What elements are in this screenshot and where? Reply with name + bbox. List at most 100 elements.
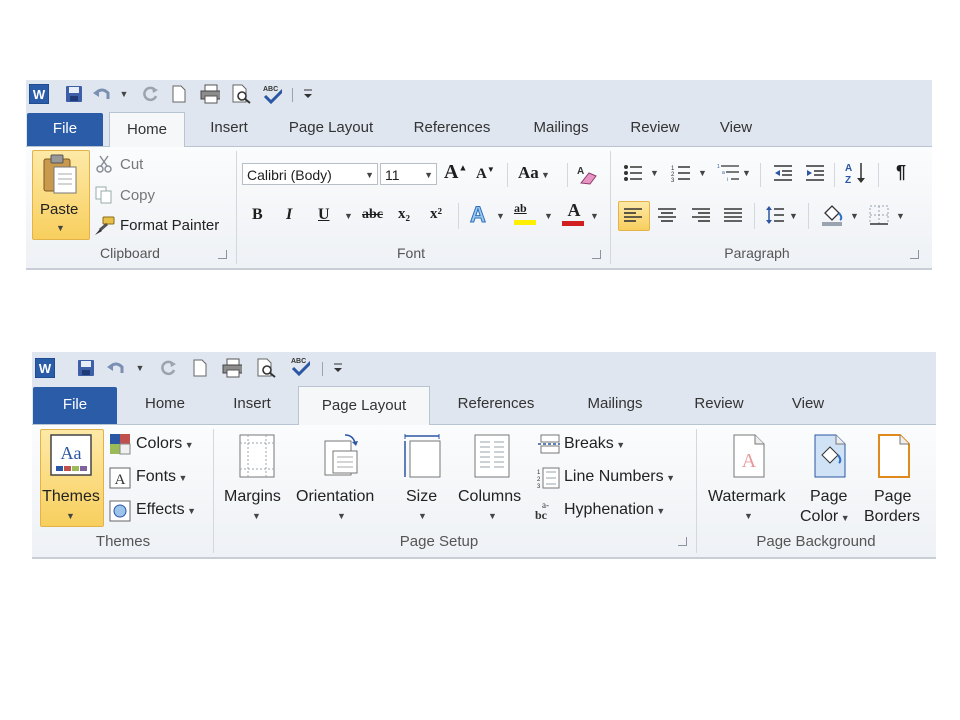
shading-dropdown-icon[interactable]: ▼	[850, 211, 859, 221]
line-numbers-label[interactable]: Line Numbers ▼	[564, 468, 675, 486]
page-setup-launcher-icon[interactable]	[678, 537, 687, 546]
page-borders-icon[interactable]	[874, 433, 914, 479]
format-painter-icon[interactable]	[94, 215, 116, 237]
page-color-label-line1[interactable]: Page	[810, 488, 847, 506]
tab-references[interactable]: References	[446, 384, 546, 424]
tab-insert[interactable]: Insert	[216, 384, 288, 424]
tab-review[interactable]: Review	[682, 384, 756, 424]
tab-file[interactable]: File	[27, 113, 103, 146]
undo-dropdown-icon[interactable]: ▼	[130, 358, 150, 378]
theme-effects-icon[interactable]	[108, 499, 132, 523]
size-icon[interactable]	[400, 433, 444, 479]
theme-fonts-icon[interactable]: A	[108, 466, 132, 490]
size-dropdown-icon[interactable]: ▼	[418, 511, 427, 521]
text-effects-button[interactable]: A	[470, 202, 487, 228]
font-name-dropdown-icon[interactable]: ▼	[365, 164, 374, 186]
numbering-dropdown-icon[interactable]: ▼	[698, 168, 707, 178]
font-name-combo[interactable]: Calibri (Body) ▼	[242, 163, 378, 185]
orientation-label[interactable]: Orientation	[296, 488, 374, 506]
print-icon[interactable]	[200, 84, 220, 104]
tab-file[interactable]: File	[33, 387, 117, 424]
watermark-icon[interactable]: A	[728, 433, 770, 479]
numbering-icon[interactable]: 123	[670, 162, 692, 184]
print-preview-icon[interactable]	[256, 358, 276, 378]
spelling-check-icon[interactable]: ABC	[290, 356, 310, 377]
margins-icon[interactable]	[234, 433, 280, 479]
print-preview-icon[interactable]	[231, 84, 251, 104]
hyphenation-label[interactable]: Hyphenation ▼	[564, 501, 665, 519]
decrease-indent-icon[interactable]	[772, 162, 794, 184]
clipboard-launcher-icon[interactable]	[218, 250, 227, 259]
multilevel-list-dropdown-icon[interactable]: ▼	[742, 168, 751, 178]
margins-label[interactable]: Margins	[224, 488, 281, 506]
themes-dropdown-icon[interactable]: ▼	[66, 511, 75, 521]
borders-icon[interactable]	[868, 204, 890, 226]
copy-icon[interactable]	[94, 185, 114, 205]
grow-font-icon[interactable]: A▲	[444, 161, 467, 184]
watermark-dropdown-icon[interactable]: ▼	[744, 511, 753, 521]
change-case-button[interactable]: Aa ▼	[518, 163, 550, 183]
bullets-dropdown-icon[interactable]: ▼	[650, 168, 659, 178]
font-launcher-icon[interactable]	[592, 250, 601, 259]
columns-icon[interactable]	[470, 433, 514, 479]
format-painter-label[interactable]: Format Painter	[120, 217, 219, 234]
align-right-icon[interactable]	[690, 205, 712, 225]
strikethrough-button[interactable]: abc	[362, 207, 383, 223]
orientation-icon[interactable]	[318, 433, 364, 479]
tab-page-layout[interactable]: Page Layout	[276, 110, 386, 146]
theme-colors-icon[interactable]	[108, 432, 132, 456]
tab-mailings[interactable]: Mailings	[520, 110, 602, 146]
font-color-dropdown-icon[interactable]: ▼	[590, 211, 599, 221]
font-size-combo[interactable]: 11 ▼	[380, 163, 437, 185]
justify-icon[interactable]	[722, 205, 744, 225]
borders-dropdown-icon[interactable]: ▼	[896, 211, 905, 221]
spelling-check-icon[interactable]: ABC	[262, 84, 282, 105]
highlight-dropdown-icon[interactable]: ▼	[544, 211, 553, 221]
orientation-dropdown-icon[interactable]: ▼	[337, 511, 346, 521]
shrink-font-icon[interactable]: A▼	[476, 165, 495, 183]
theme-effects-label[interactable]: Effects ▼	[136, 501, 196, 519]
tab-page-layout[interactable]: Page Layout	[298, 386, 430, 426]
redo-icon[interactable]	[158, 358, 178, 378]
cut-label[interactable]: Cut	[120, 156, 143, 173]
columns-dropdown-icon[interactable]: ▼	[488, 511, 497, 521]
italic-button[interactable]: I	[286, 206, 292, 224]
line-spacing-icon[interactable]	[764, 203, 786, 227]
tab-home[interactable]: Home	[128, 384, 202, 424]
customize-qat-icon[interactable]	[328, 358, 348, 378]
undo-icon[interactable]	[92, 84, 112, 104]
cut-icon[interactable]	[94, 154, 114, 174]
align-center-icon[interactable]	[656, 205, 678, 225]
line-numbers-icon[interactable]: 123	[536, 466, 562, 490]
customize-qat-icon[interactable]	[298, 84, 318, 104]
theme-fonts-label[interactable]: Fonts ▼	[136, 468, 187, 486]
undo-icon[interactable]	[106, 358, 126, 378]
sort-icon[interactable]: AZ	[844, 160, 868, 186]
line-spacing-dropdown-icon[interactable]: ▼	[789, 211, 798, 221]
breaks-label[interactable]: Breaks ▼	[564, 435, 625, 453]
tab-references[interactable]: References	[402, 110, 502, 146]
bullets-icon[interactable]	[622, 162, 644, 184]
tab-review[interactable]: Review	[620, 110, 690, 146]
columns-label[interactable]: Columns	[458, 488, 521, 506]
breaks-icon[interactable]	[536, 433, 562, 455]
paragraph-launcher-icon[interactable]	[910, 250, 919, 259]
word-logo-icon[interactable]: W	[29, 84, 49, 104]
tab-mailings[interactable]: Mailings	[572, 384, 658, 424]
tab-view[interactable]: View	[780, 384, 836, 424]
tab-insert[interactable]: Insert	[196, 110, 262, 146]
hyphenation-icon[interactable]: a-bc	[534, 498, 562, 522]
undo-dropdown-icon[interactable]: ▼	[114, 84, 134, 104]
redo-icon[interactable]	[140, 84, 160, 104]
size-label[interactable]: Size	[406, 488, 437, 506]
subscript-button[interactable]: x₂	[398, 206, 410, 223]
highlight-button[interactable]: ab	[514, 201, 540, 225]
margins-dropdown-icon[interactable]: ▼	[252, 511, 261, 521]
increase-indent-icon[interactable]	[804, 162, 826, 184]
tab-home[interactable]: Home	[109, 112, 185, 148]
underline-dropdown-icon[interactable]: ▼	[344, 211, 353, 221]
tab-view[interactable]: View	[708, 110, 764, 146]
multilevel-list-icon[interactable]: 1ai	[716, 162, 742, 184]
print-icon[interactable]	[222, 358, 242, 378]
save-icon[interactable]	[64, 84, 84, 104]
